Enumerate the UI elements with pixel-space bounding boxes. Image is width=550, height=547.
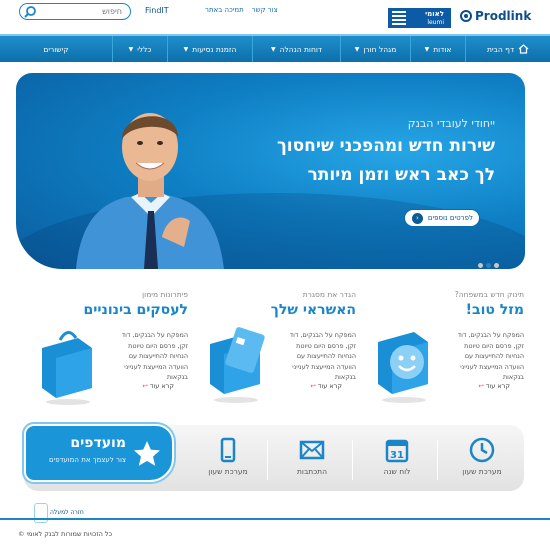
shopping-bag-icon [42, 331, 92, 405]
favorites-subtitle: צור לעצמך את המועדפים [48, 456, 126, 464]
promo-description: המפקח על הבנקים, דוד זקן, פרסם היום טיוט… [289, 331, 356, 381]
nav-item-home-label: דף הבית [486, 44, 515, 54]
promo-subtitle: הגדר את מסגרת [302, 290, 356, 299]
arrow-left-icon: ‹ [411, 212, 423, 224]
quick-link-mobile[interactable]: מערכת שעון [192, 437, 264, 481]
footer-top: חזרה למעלה [0, 503, 550, 523]
quick-link-time-system[interactable]: מערכת שעון [446, 437, 518, 481]
promo-business: פיתרונות מימון לעסקים בינוניים המפקח על … [38, 290, 188, 410]
chevron-down-icon: ▼ [128, 45, 134, 53]
nav-item-reports[interactable]: דוחות הנהלה ▼ [252, 36, 340, 62]
promo-title[interactable]: האשראי שלך [206, 302, 356, 318]
hero-banner: ייחודי לעובדי הבנק שירות חדש ומהפכני שיח… [16, 73, 525, 269]
promo-subtitle: פיתרונות מימון [142, 290, 188, 299]
main-nav: דף הבית אודות ▼ מגהל חורן ▼ דוחות הנהלה … [0, 34, 550, 62]
divider [437, 440, 438, 480]
credit-card-icon [210, 327, 265, 403]
back-to-top-link[interactable]: חזרה למעלה [34, 503, 84, 523]
prodlink-logo[interactable]: Prodlink [460, 9, 531, 23]
read-more-link[interactable]: קרא עוד [478, 382, 510, 390]
leumi-stripes-icon [392, 11, 406, 25]
copyright-text: כל הזכויות שמורות לבנק לאומי © [18, 530, 113, 538]
hero-title-line-1: שירות חדש ומהפכני שיחסוך [276, 136, 495, 156]
contact-link[interactable]: צור קשר [252, 6, 278, 14]
quick-link-label: התכתבות [296, 467, 328, 476]
quick-link-label: מערכת שעון [462, 467, 502, 476]
divider [352, 440, 353, 480]
prodlink-logo-text: Prodlink [475, 9, 532, 23]
home-icon [518, 44, 529, 54]
promo-description: המפקח על הבנקים, דוד זקן, פרסם היום טיוט… [121, 331, 188, 381]
promo-description: המפקח על הבנקים, דוד זקן, פרסם היום טיוט… [457, 331, 524, 381]
promo-title[interactable]: לעסקים בינוניים [38, 302, 188, 318]
carousel-dot[interactable] [478, 263, 483, 268]
hero-subtitle: ייחודי לעובדי הבנק [407, 117, 495, 130]
quick-link-label: מערכת שעון [208, 467, 248, 476]
calendar-day: 31 [390, 450, 404, 461]
nav-item-links-label: קישורים [43, 44, 69, 54]
top-links: צור קשר תמיכה באתר [205, 6, 278, 14]
carousel-dots [478, 263, 499, 268]
more-details-button[interactable]: לפרטים נוספים ‹ [404, 209, 480, 227]
read-more-link[interactable]: קרא עוד [310, 382, 342, 390]
chevron-down-icon: ▼ [183, 45, 189, 53]
chevron-down-icon: ▼ [424, 45, 430, 53]
read-more-link[interactable]: קרא עוד [142, 382, 174, 390]
hero-title-line-2: לך כאב ראש וזמן מיותר [307, 165, 495, 185]
carousel-dot[interactable] [494, 263, 499, 268]
star-icon [134, 441, 160, 466]
promo-new-baby: תינוק חדש במשפחה? מזל טוב! המפקח על הבנק… [374, 290, 524, 410]
hero-man-image [76, 113, 224, 269]
nav-item-about-label: אודות [433, 44, 452, 54]
search-box[interactable] [19, 3, 131, 20]
chevron-down-icon: ▼ [271, 45, 276, 53]
divider [267, 440, 268, 480]
clock-icon [469, 437, 495, 463]
nav-item-travel[interactable]: הזמנת נסיעות ▼ [167, 36, 252, 62]
leumi-logo[interactable]: לאומי leumi [388, 8, 451, 28]
chevron-down-icon: ▼ [354, 45, 360, 53]
nav-item-home[interactable]: דף הבית [465, 36, 550, 62]
leumi-logo-latin: leumi [427, 19, 444, 26]
nav-item-reports-label: דוחות הנהלה [279, 44, 322, 54]
nav-item-about[interactable]: אודות ▼ [410, 36, 465, 62]
nav-item-travel-label: הזמנת נסיעות [192, 44, 237, 54]
favorites-button[interactable]: מועדפים צור לעצמך את המועדפים [24, 424, 174, 482]
leumi-logo-hebrew: לאומי [425, 10, 444, 18]
footer-divider [0, 518, 550, 520]
findit-link[interactable]: FindIT [145, 6, 169, 15]
envelope-icon [299, 440, 325, 460]
search-input[interactable] [42, 5, 122, 18]
nav-item-general-label: כללי [137, 44, 152, 54]
nav-item-general[interactable]: כללי ▼ [112, 36, 167, 62]
nav-item-manager-label: מגהל חורן [363, 44, 397, 54]
mobile-phone-icon [220, 437, 236, 463]
nav-item-links[interactable]: קישורים [0, 36, 112, 62]
promo-credit: הגדר את מסגרת האשראי שלך המפקח על הבנקים… [206, 290, 356, 410]
quick-link-correspondence[interactable]: התכתבות [276, 437, 348, 481]
quick-link-label: לוח שנה [383, 467, 411, 476]
promo-title[interactable]: מזל טוב! [374, 302, 524, 318]
nav-item-manager[interactable]: מגהל חורן ▼ [340, 36, 410, 62]
prodlink-circle-icon [460, 10, 472, 22]
search-icon[interactable] [23, 5, 37, 19]
header: FindIT צור קשר תמיכה באתר לאומי leumi Pr… [0, 0, 550, 34]
quick-link-calendar[interactable]: 31 לוח שנה [361, 437, 433, 481]
carousel-dot[interactable] [486, 263, 491, 268]
promo-subtitle: תינוק חדש במשפחה? [454, 290, 524, 299]
site-support-link[interactable]: תמיכה באתר [205, 6, 244, 14]
calendar-icon: 31 [385, 439, 409, 463]
more-details-label: לפרטים נוספים [427, 214, 473, 222]
favorites-title: מועדפים [70, 435, 126, 451]
smiley-cube-icon [378, 332, 428, 403]
